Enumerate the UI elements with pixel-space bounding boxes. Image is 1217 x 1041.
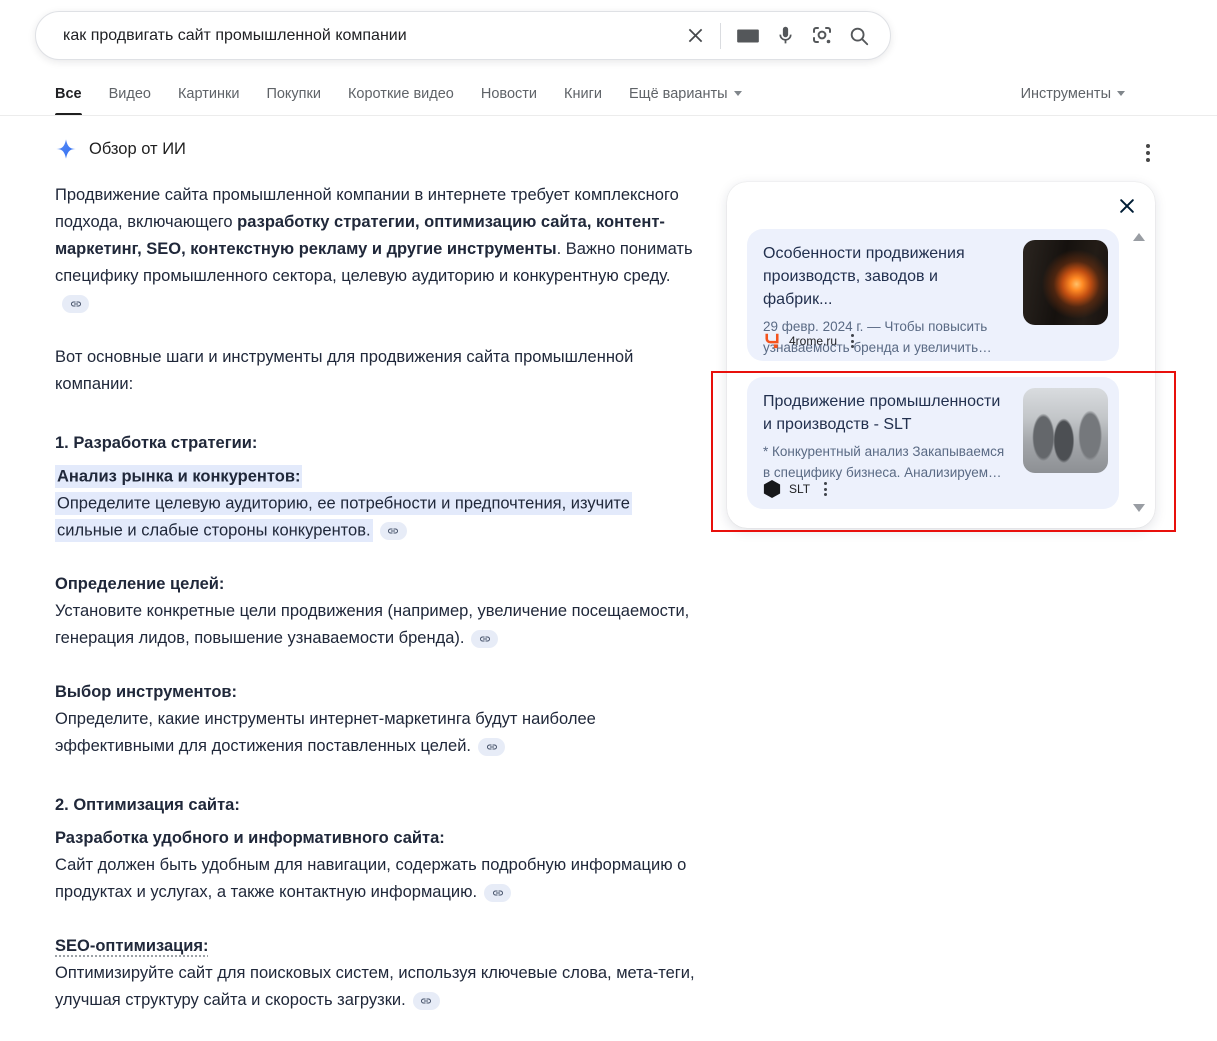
- paragraph-text: Установите конкретные цели продвижения (…: [55, 602, 689, 647]
- tab-video[interactable]: Видео: [109, 86, 151, 104]
- close-icon: [1117, 196, 1137, 216]
- source-card-thumbnail-workers: [1023, 388, 1108, 473]
- source-link-chip[interactable]: [478, 738, 505, 756]
- source-domain[interactable]: 4rome.ru: [789, 334, 837, 348]
- link-icon: [492, 887, 504, 899]
- source-card-thumbnail-foundry: [1023, 240, 1108, 325]
- source-card-slt[interactable]: Продвижение промышленности и производств…: [747, 377, 1119, 509]
- tab-shopping[interactable]: Покупки: [266, 86, 321, 104]
- link-icon: [420, 995, 432, 1007]
- search-icon[interactable]: [848, 25, 870, 47]
- search-bar-divider: [720, 23, 721, 49]
- source-link-chip[interactable]: [62, 295, 89, 313]
- ai-overview-more-button[interactable]: [1136, 141, 1160, 165]
- paragraph-text: Сайт должен быть удобным для навигации, …: [55, 856, 686, 901]
- link-icon: [387, 525, 399, 537]
- source-link-chip[interactable]: [413, 992, 440, 1010]
- tab-tools-label: Инструменты: [1021, 86, 1111, 102]
- source-card-title[interactable]: Продвижение промышленности и производств…: [763, 390, 1003, 436]
- section-heading-2: 2. Оптимизация сайта:: [55, 792, 696, 819]
- clear-search-icon[interactable]: [685, 25, 706, 46]
- tab-more-options-label: Ещё варианты: [629, 86, 728, 102]
- tab-tools[interactable]: Инструменты: [1021, 86, 1125, 104]
- tab-all[interactable]: Все: [55, 86, 82, 104]
- ai-overview-header: Обзор от ИИ: [55, 138, 186, 160]
- source-more-button[interactable]: [851, 334, 854, 348]
- result-tabs: Все Видео Картинки Покупки Короткие виде…: [55, 86, 1177, 104]
- source-more-button[interactable]: [824, 482, 827, 496]
- subsection-title: Выбор инструментов:: [55, 679, 696, 706]
- source-card-title[interactable]: Особенности продвижения производств, зав…: [763, 242, 1003, 311]
- search-bar: [35, 11, 891, 60]
- subsection-title-seo[interactable]: SEO-оптимизация:: [55, 933, 696, 960]
- tab-more-options[interactable]: Ещё варианты: [629, 86, 742, 104]
- overview-paragraph: Продвижение сайта промышленной компании …: [55, 182, 696, 317]
- tabs-divider: [0, 115, 1217, 116]
- link-icon: [70, 298, 82, 310]
- source-domain[interactable]: SLT: [789, 482, 810, 496]
- subsection-title: Разработка удобного и информативного сай…: [55, 825, 696, 852]
- highlighted-text: Определите целевую аудиторию, ее потребн…: [55, 492, 632, 542]
- source-card-4rome[interactable]: Особенности продвижения производств, зав…: [747, 229, 1119, 361]
- link-icon: [486, 741, 498, 753]
- subsection-text: Определите, какие инструменты интернет-м…: [55, 706, 696, 760]
- sources-panel: Особенности продвижения производств, зав…: [727, 182, 1155, 528]
- tab-images[interactable]: Картинки: [178, 86, 239, 104]
- 4rome-favicon: [763, 332, 781, 350]
- ai-sparkle-icon: [55, 138, 77, 160]
- source-link-chip[interactable]: [380, 522, 407, 540]
- mic-icon[interactable]: [775, 25, 796, 46]
- close-panel-button[interactable]: [1115, 194, 1139, 218]
- chevron-down-icon: [1117, 91, 1125, 96]
- subsection-text: Оптимизируйте сайт для поисковых систем,…: [55, 960, 696, 1014]
- chevron-down-icon: [734, 91, 742, 96]
- overview-paragraph: Вот основные шаги и инструменты для прод…: [55, 344, 696, 398]
- search-input[interactable]: [36, 26, 685, 46]
- link-icon: [479, 633, 491, 645]
- lens-camera-icon[interactable]: [810, 24, 834, 48]
- scroll-up-arrow[interactable]: [1133, 233, 1145, 241]
- subsection-text: Определите целевую аудиторию, ее потребн…: [55, 490, 696, 544]
- scroll-down-arrow[interactable]: [1133, 504, 1145, 512]
- subsection-text: Сайт должен быть удобным для навигации, …: [55, 852, 696, 906]
- tab-books[interactable]: Книги: [564, 86, 602, 104]
- keyboard-icon[interactable]: [735, 23, 761, 49]
- paragraph-text: Определите, какие инструменты интернет-м…: [55, 710, 596, 755]
- ai-overview-title: Обзор от ИИ: [89, 140, 186, 159]
- subsection-text: Установите конкретные цели продвижения (…: [55, 598, 696, 652]
- source-card-snippet: * Конкурентный анализ Закапываемся в спе…: [763, 441, 1009, 483]
- subsection-title: Анализ рынка и конкурентов:: [55, 463, 696, 490]
- source-link-chip[interactable]: [471, 630, 498, 648]
- tab-news[interactable]: Новости: [481, 86, 537, 104]
- slt-favicon: [763, 480, 781, 498]
- paragraph-text: Оптимизируйте сайт для поисковых систем,…: [55, 964, 695, 1009]
- highlighted-text: Анализ рынка и конкурентов:: [55, 465, 302, 488]
- source-link-chip[interactable]: [484, 884, 511, 902]
- ai-overview-body: Продвижение сайта промышленной компании …: [55, 182, 696, 1041]
- tab-short-videos[interactable]: Короткие видео: [348, 86, 454, 104]
- section-heading-1: 1. Разработка стратегии:: [55, 430, 696, 457]
- subsection-title: Определение целей:: [55, 571, 696, 598]
